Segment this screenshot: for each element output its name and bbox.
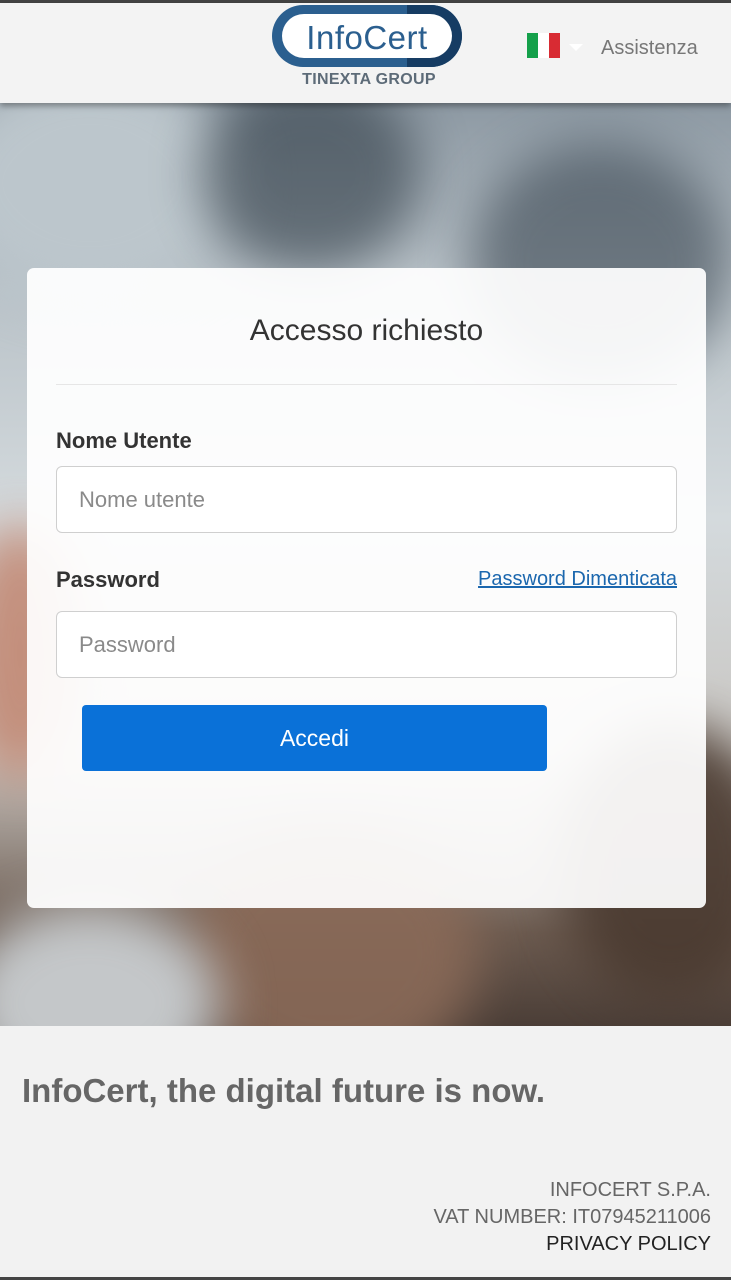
infocert-logo[interactable]: InfoCert TINEXTA GROUP xyxy=(272,5,462,89)
username-label: Nome Utente xyxy=(56,428,192,453)
login-title: Accesso richiesto xyxy=(249,314,484,347)
password-label: Password xyxy=(56,567,160,592)
chevron-down-icon[interactable] xyxy=(569,44,583,51)
logo-subtitle: TINEXTA GROUP xyxy=(302,71,436,88)
divider xyxy=(56,384,677,385)
blur-shape xyxy=(200,103,420,273)
username-input[interactable] xyxy=(56,466,677,533)
forgot-password-link[interactable]: Password Dimenticata xyxy=(478,568,677,591)
company-name: INFOCERT S.P.A. xyxy=(549,1179,711,1201)
footer: InfoCert, the digital future is now. INF… xyxy=(0,1026,731,1277)
privacy-policy-link[interactable]: PRIVACY POLICY xyxy=(546,1233,711,1256)
assistance-link[interactable]: Assistenza xyxy=(601,37,698,60)
italy-flag-icon[interactable] xyxy=(527,33,560,58)
login-card: Accesso richiesto Nome Utente Password P… xyxy=(27,268,706,908)
logo-text: InfoCert xyxy=(306,19,428,56)
vat-number: VAT NUMBER: IT07945211006 xyxy=(433,1206,711,1228)
header: InfoCert TINEXTA GROUP Assistenza xyxy=(0,3,731,103)
footer-tagline: InfoCert, the digital future is now. xyxy=(22,1072,546,1109)
login-button[interactable]: Accedi xyxy=(82,705,547,771)
password-input[interactable] xyxy=(56,611,677,678)
